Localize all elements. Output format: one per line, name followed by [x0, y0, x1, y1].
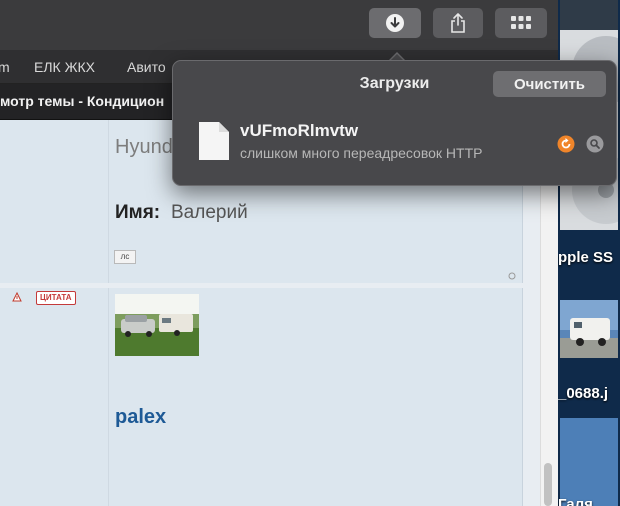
- quote-button[interactable]: ЦИТАТА: [36, 291, 76, 305]
- post-author-column: [0, 288, 109, 506]
- post-text: Hyund: [115, 136, 173, 158]
- file-icon: [199, 122, 229, 160]
- pm-badge-text: лс: [120, 252, 130, 261]
- share-button[interactable]: [433, 8, 483, 38]
- tab-overview-button[interactable]: [495, 8, 547, 38]
- bookmark-item[interactable]: ЕЛК ЖКХ: [34, 59, 95, 75]
- bookmark-item[interactable]: Авито: [127, 59, 166, 75]
- download-status: слишком много переадресовок HTTP: [240, 145, 483, 161]
- desktop-file-thumbnail[interactable]: [560, 0, 618, 30]
- retry-icon[interactable]: [557, 135, 575, 153]
- grid-icon: [511, 16, 531, 29]
- forum-post: ЦИТАТА palex: [0, 288, 523, 506]
- post-image-thumbnail[interactable]: [115, 294, 199, 356]
- name-label: Имя:: [115, 202, 161, 223]
- clear-downloads-button[interactable]: Очистить: [493, 71, 606, 97]
- downloads-popover: Загрузки Очистить vUFmoRlmvtw слишком мн…: [172, 60, 617, 186]
- quote-badge-text: ЦИТАТА: [40, 293, 72, 302]
- desktop-file-thumbnail[interactable]: [560, 300, 618, 358]
- name-value: Валерий: [171, 202, 248, 223]
- pm-button[interactable]: лс: [114, 250, 136, 264]
- tab-title[interactable]: мотр темы - Кондицион: [0, 93, 164, 109]
- bookmark-item[interactable]: m: [0, 59, 10, 75]
- download-icon: [386, 14, 404, 32]
- car-caravan-photo: [115, 294, 199, 356]
- post-anchor-icon[interactable]: [508, 272, 516, 280]
- author-link[interactable]: palex: [115, 406, 166, 429]
- browser-toolbar: [0, 0, 558, 51]
- camper-photo: [560, 300, 618, 358]
- downloads-button[interactable]: [369, 8, 421, 38]
- desktop-file-label[interactable]: Галя: [558, 496, 593, 506]
- desktop-file-label[interactable]: _0688.j: [558, 385, 608, 402]
- download-filename[interactable]: vUFmoRlmvtw: [240, 121, 358, 141]
- warning-icon[interactable]: [12, 292, 22, 302]
- scrollbar-thumb[interactable]: [544, 463, 552, 506]
- desktop-file-thumbnail[interactable]: [560, 418, 618, 506]
- reveal-in-finder-icon[interactable]: [586, 135, 604, 153]
- desktop-file-label[interactable]: pple SS: [558, 249, 613, 266]
- share-icon: [451, 13, 465, 33]
- post-author-column: [0, 120, 109, 283]
